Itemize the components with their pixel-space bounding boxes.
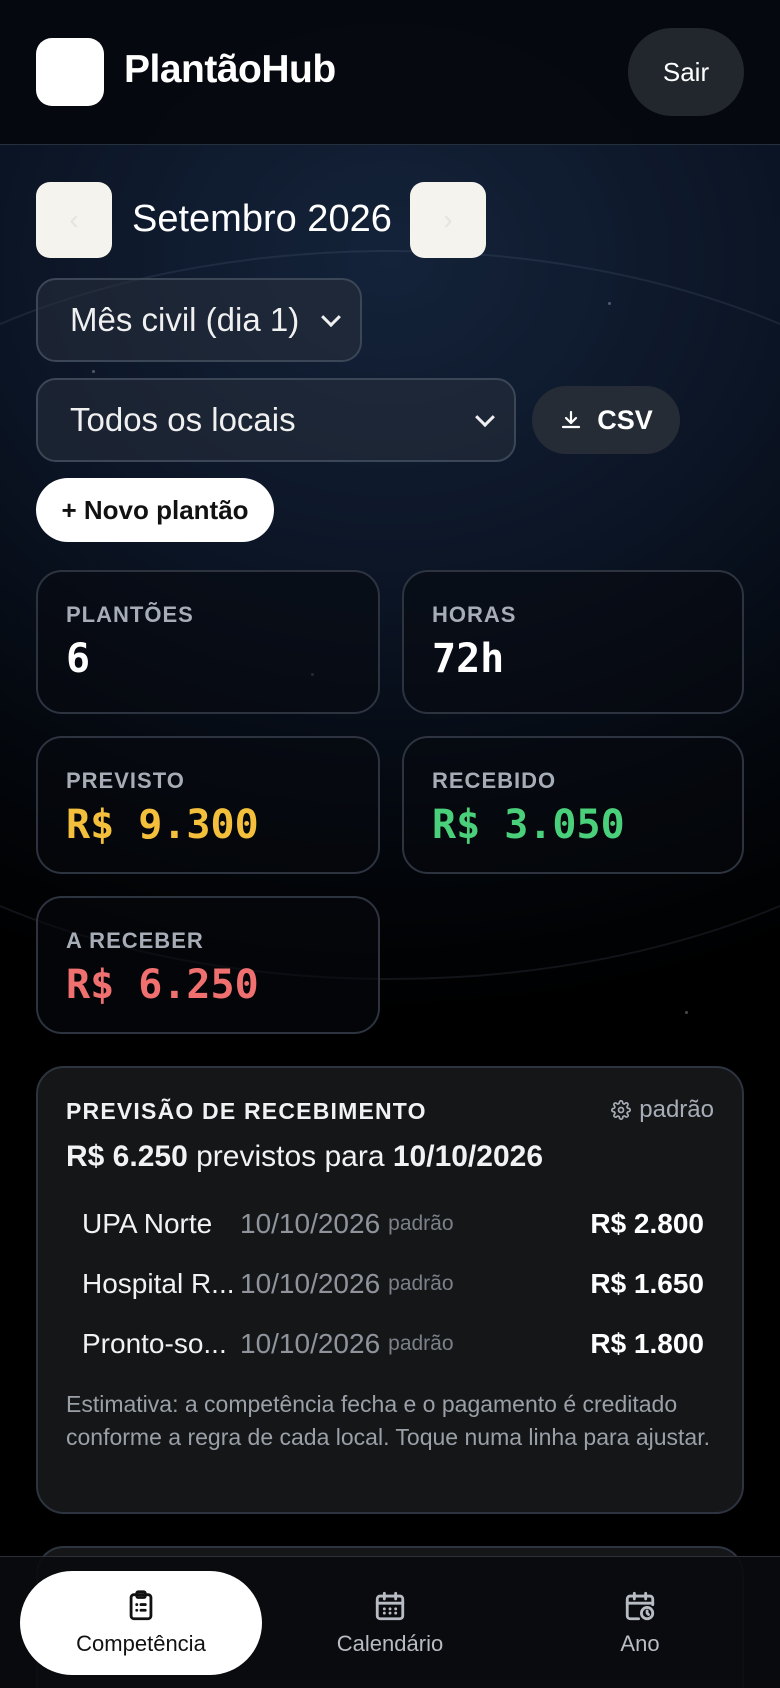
chevron-left-icon: ‹ [69,204,79,235]
forecast-summary-text: previstos para [187,1140,393,1173]
stat-label: PREVISTO [66,768,185,793]
forecast-row[interactable]: Pronto-so... 10/10/2026 padrão R$ 1.800 [54,1316,730,1372]
stat-label: RECEBIDO [432,768,557,793]
export-csv-label: CSV [597,404,653,435]
forecast-row[interactable]: Hospital R... 10/10/2026 padrão R$ 1.650 [54,1256,730,1312]
tab-calendario[interactable]: Calendário [300,1571,480,1675]
cycle-select[interactable]: Mês civil (dia 1) [36,278,362,362]
forecast-summary-amount: R$ 6.250 [66,1140,188,1173]
app-logo [36,38,104,106]
new-shift-button[interactable]: + Novo plantão [36,478,274,542]
stat-card-previsto: PREVISTO R$ 9.300 [36,736,380,874]
forecast-settings-button[interactable]: padrão [611,1096,714,1124]
stat-value: R$ 9.300 [66,802,259,848]
forecast-summary-date: 10/10/2026 [392,1140,544,1173]
forecast-title: PREVISÃO DE RECEBIMENTO [66,1098,427,1124]
forecast-row-amount: R$ 1.800 [590,1328,704,1359]
stat-card-recebido: RECEBIDO R$ 3.050 [402,736,744,874]
logout-button[interactable]: Sair [628,28,744,116]
location-select[interactable]: Todos os locais [36,378,516,462]
download-icon [562,410,581,429]
forecast-row[interactable]: UPA Norte 10/10/2026 padrão R$ 2.800 [54,1196,730,1252]
cycle-select-value: Mês civil (dia 1) [70,301,300,338]
app-header: PlantãoHub Sair [0,0,780,145]
stat-card-a-receber: A RECEBER R$ 6.250 [36,896,380,1034]
tab-ano[interactable]: Ano [560,1571,720,1675]
chevron-down-icon [321,307,341,328]
calendar-clock-icon [625,1591,655,1621]
forecast-panel: PREVISÃO DE RECEBIMENTO padrão R$ 6.250 … [36,1066,744,1514]
star [608,302,611,305]
stat-value: R$ 6.250 [66,962,259,1008]
star [685,1011,688,1014]
stat-value: 6 [66,636,91,682]
forecast-row-amount: R$ 2.800 [590,1208,704,1239]
stat-value: 72h [432,636,505,682]
prev-month-button[interactable]: ‹ [36,182,112,258]
stat-label: HORAS [432,602,517,627]
forecast-row-place: Hospital R... [82,1268,235,1299]
forecast-summary: R$ 6.250 previstos para 10/10/2026 [66,1140,543,1174]
calendar-icon [375,1591,405,1621]
bottom-nav: Competência Calendário Ano [0,1556,780,1688]
chevron-right-icon: › [443,204,453,235]
forecast-settings-label: padrão [639,1096,714,1123]
forecast-row-tag: padrão [388,1332,454,1355]
forecast-row-date: 10/10/2026 [240,1328,381,1359]
tab-label: Ano [620,1631,660,1656]
next-month-button[interactable]: › [410,182,486,258]
tab-competencia[interactable]: Competência [20,1571,262,1675]
stat-card-horas: HORAS 72h [402,570,744,714]
stat-label: A RECEBER [66,928,204,953]
forecast-row-place: UPA Norte [82,1208,213,1239]
location-select-value: Todos os locais [70,401,296,438]
forecast-note: Estimativa: a competência fecha e o paga… [66,1391,710,1450]
forecast-row-amount: R$ 1.650 [590,1268,704,1299]
export-csv-button[interactable]: CSV [532,386,680,454]
gear-icon [611,1100,632,1120]
chevron-down-icon [475,407,495,428]
forecast-row-date: 10/10/2026 [240,1268,381,1299]
stat-card-plantoes: PLANTÕES 6 [36,570,380,714]
app-brand: PlantãoHub [124,48,336,91]
month-title: Setembro 2026 [132,198,392,240]
forecast-row-tag: padrão [388,1212,454,1235]
forecast-row-tag: padrão [388,1272,454,1295]
forecast-row-place: Pronto-so... [82,1328,227,1359]
stat-value: R$ 3.050 [432,802,625,848]
forecast-row-date: 10/10/2026 [240,1208,381,1239]
stat-label: PLANTÕES [66,602,194,627]
tab-label: Calendário [336,1631,444,1656]
clipboard-icon [129,1590,153,1621]
tab-label: Competência [76,1631,206,1656]
star [92,370,95,373]
